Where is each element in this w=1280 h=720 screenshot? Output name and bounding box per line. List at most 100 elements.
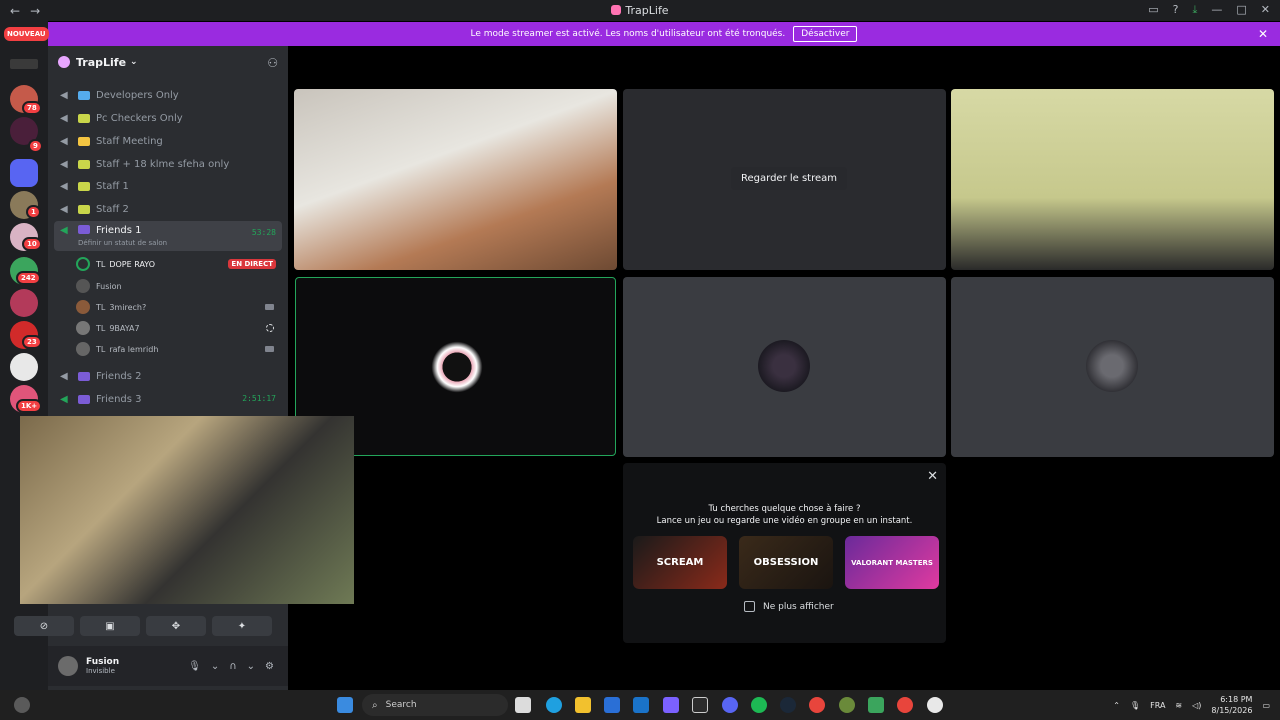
- forward-icon[interactable]: →: [30, 4, 40, 18]
- file-explorer-icon[interactable]: [575, 697, 591, 713]
- activities-button[interactable]: ✥: [146, 616, 206, 636]
- voice-user[interactable]: TL 9BAYA7: [76, 318, 282, 338]
- invite-people-icon[interactable]: ⚇: [267, 56, 278, 70]
- disable-streamer-button[interactable]: Désactiver: [793, 26, 858, 42]
- guild-icon: [58, 56, 70, 68]
- store-icon[interactable]: [633, 697, 649, 713]
- voice-channel-staff-meeting[interactable]: ◀ Staff Meeting: [54, 130, 282, 152]
- gear-icon[interactable]: ⚙: [265, 661, 274, 672]
- voice-user[interactable]: Fusion: [76, 276, 282, 296]
- direct-messages-icon[interactable]: [10, 159, 38, 187]
- avatar[interactable]: [58, 656, 78, 676]
- volume-icon[interactable]: ◁): [1192, 701, 1201, 710]
- notification-icon[interactable]: ▭: [1262, 701, 1270, 710]
- speaker-icon: ◀: [60, 180, 68, 192]
- voice-channel-developers[interactable]: ◀ Developers Only: [54, 84, 282, 106]
- voice-user[interactable]: TL 3mirech?: [76, 297, 282, 317]
- close-notice-icon[interactable]: ✕: [1258, 27, 1268, 41]
- guild-header[interactable]: TrapLife ⌄ ⚇: [48, 46, 288, 78]
- voice-channel-staff-2[interactable]: ◀ Staff 2: [54, 198, 282, 220]
- soundboard-button[interactable]: ✦: [212, 616, 272, 636]
- server-icon[interactable]: [10, 289, 38, 317]
- chrome-icon[interactable]: [809, 697, 825, 713]
- user-names: Fusion Invisible: [86, 657, 119, 675]
- server-icon[interactable]: [10, 59, 38, 69]
- app-icon[interactable]: [839, 697, 855, 713]
- help-icon[interactable]: ?: [1173, 3, 1179, 17]
- speaker-icon: ◀: [60, 203, 68, 215]
- discord-icon[interactable]: [722, 697, 738, 713]
- maximize-icon[interactable]: □: [1236, 3, 1246, 17]
- video-tile[interactable]: [294, 89, 617, 270]
- outlook-icon[interactable]: [604, 697, 620, 713]
- task-view-icon[interactable]: [515, 697, 531, 713]
- close-window-icon[interactable]: ✕: [1261, 3, 1270, 17]
- clock[interactable]: 6:18 PM 8/15/2026: [1211, 694, 1252, 716]
- activity-cards: SCREAM OBSESSION VALORANT MASTERS: [633, 536, 939, 589]
- channel-name: Staff 1: [96, 180, 129, 192]
- taskbar: ⌕ Search ⌃ 🎙 FRA ≋ ◁) 6:18 PM 8/15/2026 …: [0, 690, 1280, 720]
- activity-suggestion: ✕ Tu cherches quelque chose à faire ? La…: [623, 463, 946, 643]
- activity-card-obsession[interactable]: OBSESSION: [739, 536, 833, 589]
- window-controls: ▭ ? ⤓ — □ ✕: [1148, 3, 1270, 17]
- video-tile[interactable]: [951, 89, 1274, 270]
- screen-share-button[interactable]: ▣: [80, 616, 140, 636]
- voice-channel-staff-18[interactable]: ◀ Staff + 18 klme sfeha only: [54, 153, 282, 175]
- chevron-up-icon[interactable]: ⌃: [1113, 701, 1120, 710]
- voice-channel-friends-2[interactable]: ◀ Friends 2: [54, 365, 282, 387]
- chevron-down-icon[interactable]: ⌄: [211, 661, 219, 672]
- camera-off-icon: ⊘: [39, 620, 49, 632]
- chrome-icon[interactable]: [897, 697, 913, 713]
- window-titlebar: ← → TrapLife ▭ ? ⤓ — □ ✕: [0, 0, 1280, 21]
- inbox-icon[interactable]: ▭: [1148, 3, 1158, 17]
- checkbox[interactable]: [744, 601, 755, 612]
- chevron-down-icon: ⌄: [130, 57, 138, 67]
- stream-tile[interactable]: Regarder le stream: [623, 89, 946, 270]
- steam-icon[interactable]: [780, 697, 796, 713]
- avatar: [1086, 340, 1138, 392]
- widgets-icon[interactable]: [14, 697, 30, 713]
- voice-user[interactable]: TL DOPE RAYO EN DIRECT: [76, 254, 282, 274]
- guild-name: TrapLife: [76, 55, 127, 69]
- voice-tile[interactable]: [623, 277, 946, 457]
- voice-channel-friends-1[interactable]: ◀ Friends 1 53:28 Définir un statut de s…: [54, 221, 282, 251]
- language-indicator[interactable]: FRA: [1150, 701, 1165, 710]
- edge-icon[interactable]: [546, 697, 562, 713]
- user-tag: TL: [96, 344, 106, 354]
- chevron-down-icon[interactable]: ⌄: [247, 661, 255, 672]
- voice-tile[interactable]: [951, 277, 1274, 457]
- voice-channel-pc-checkers[interactable]: ◀ Pc Checkers Only: [54, 107, 282, 129]
- voice-user[interactable]: TL rafa lemridh: [76, 339, 282, 359]
- notice-text: Le mode streamer est activé. Les noms d'…: [470, 29, 786, 39]
- activity-card-scream[interactable]: SCREAM: [633, 536, 727, 589]
- close-icon[interactable]: ✕: [927, 469, 938, 484]
- voice-channel-friends-3[interactable]: ◀ Friends 3 2:51:17: [54, 388, 282, 410]
- voice-actions: ⊘ ▣ ✥ ✦: [14, 616, 272, 636]
- server-icon[interactable]: [10, 353, 38, 381]
- activity-card-valorant[interactable]: VALORANT MASTERS: [845, 536, 939, 589]
- obs-icon[interactable]: [927, 697, 943, 713]
- user-name: 3mirech?: [109, 302, 147, 312]
- back-icon[interactable]: ←: [10, 4, 20, 18]
- download-icon[interactable]: ⤓: [1193, 3, 1198, 17]
- user-name: rafa lemridh: [109, 344, 159, 354]
- start-icon[interactable]: [337, 697, 353, 713]
- app-logo-icon: [611, 5, 622, 15]
- wifi-icon[interactable]: ≋: [1175, 701, 1182, 710]
- app-icon[interactable]: [868, 697, 884, 713]
- microphone-icon[interactable]: 🎙: [188, 661, 201, 672]
- clock-date: 8/15/2026: [1211, 706, 1253, 715]
- watch-stream-button[interactable]: Regarder le stream: [731, 167, 848, 190]
- user-tag: TL: [96, 259, 106, 269]
- taskbar-search[interactable]: ⌕ Search: [362, 694, 508, 716]
- camera-off-button[interactable]: ⊘: [14, 616, 74, 636]
- microphone-icon[interactable]: 🎙: [1130, 701, 1140, 710]
- headphones-icon[interactable]: ∩: [229, 661, 236, 672]
- spotify-icon[interactable]: [751, 697, 767, 713]
- minimize-icon[interactable]: —: [1211, 3, 1222, 17]
- app-icon[interactable]: [692, 697, 708, 713]
- dont-show-again[interactable]: Ne plus afficher: [744, 601, 834, 612]
- channel-status-hint[interactable]: Définir un statut de salon: [78, 239, 167, 247]
- voice-channel-staff-1[interactable]: ◀ Staff 1: [54, 175, 282, 197]
- teams-icon[interactable]: [663, 697, 679, 713]
